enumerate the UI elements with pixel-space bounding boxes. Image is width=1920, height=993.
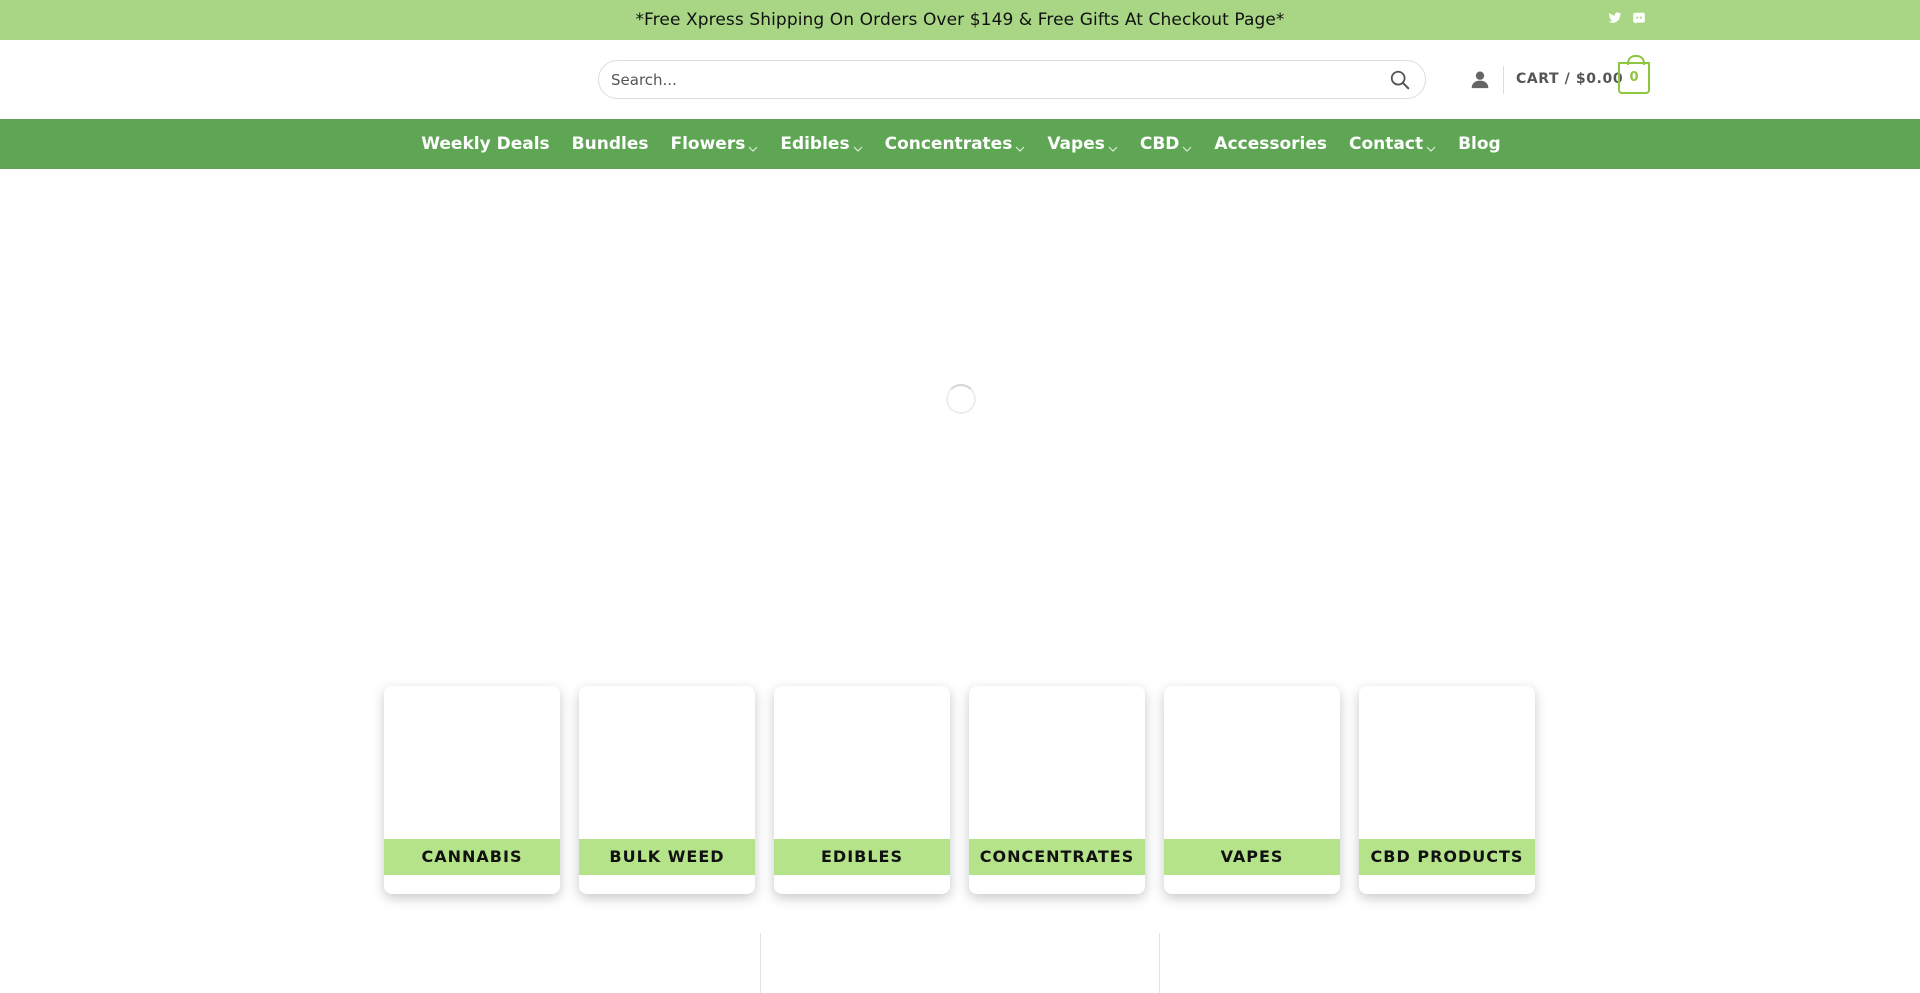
- nav-item-label: CBD: [1139, 134, 1180, 154]
- account-icon[interactable]: [1470, 69, 1490, 89]
- chevron-down-icon: [1182, 139, 1192, 152]
- nav-item-vapes[interactable]: Vapes: [1047, 134, 1118, 154]
- discord-icon[interactable]: [1632, 11, 1646, 25]
- category-card-concentrates[interactable]: CONCENTRATES: [969, 686, 1145, 894]
- nav-item-label: Edibles: [780, 134, 850, 154]
- loading-spinner-icon: [946, 384, 976, 414]
- cart-count-badge[interactable]: 0: [1618, 55, 1650, 94]
- nav-item-cbd[interactable]: CBD: [1140, 134, 1193, 154]
- nav-item-label: Blog: [1458, 134, 1501, 154]
- header-divider: [1503, 66, 1504, 94]
- nav-item-flowers[interactable]: Flowers: [670, 134, 758, 154]
- nav-item-blog[interactable]: Blog: [1458, 134, 1501, 154]
- category-card-edibles[interactable]: EDIBLES: [774, 686, 950, 894]
- nav-item-concentrates[interactable]: Concentrates: [885, 134, 1026, 154]
- nav-list: Weekly Deals Bundles Flowers Edibles Con…: [0, 119, 1920, 169]
- category-label: CANNABIS: [384, 839, 560, 875]
- nav-item-label: Accessories: [1214, 134, 1328, 154]
- category-card-bulk-weed[interactable]: BULK WEED: [579, 686, 755, 894]
- search-input[interactable]: [611, 61, 1371, 98]
- site-header: CART / $0.00 0: [0, 40, 1920, 119]
- column-divider: [1159, 933, 1160, 993]
- main-nav: Weekly Deals Bundles Flowers Edibles Con…: [0, 119, 1920, 169]
- category-label: BULK WEED: [579, 839, 755, 875]
- search-icon[interactable]: [1389, 69, 1411, 91]
- nav-item-label: Contact: [1349, 134, 1424, 154]
- column-divider: [760, 933, 761, 993]
- chevron-down-icon: [1108, 139, 1118, 152]
- announcement-bar: *Free Xpress Shipping On Orders Over $14…: [0, 0, 1920, 40]
- category-card-cbd-products[interactable]: CBD PRODUCTS: [1359, 686, 1535, 894]
- search-form: [598, 60, 1426, 99]
- nav-item-label: Flowers: [670, 134, 746, 154]
- social-links: [1608, 11, 1646, 25]
- category-label: CONCENTRATES: [969, 839, 1145, 875]
- category-card-vapes[interactable]: VAPES: [1164, 686, 1340, 894]
- nav-item-accessories[interactable]: Accessories: [1214, 134, 1327, 154]
- nav-item-label: Weekly Deals: [421, 134, 550, 154]
- nav-item-label: Vapes: [1047, 134, 1105, 154]
- nav-item-weekly-deals[interactable]: Weekly Deals: [421, 134, 549, 154]
- nav-item-label: Concentrates: [884, 134, 1013, 154]
- twitter-icon[interactable]: [1608, 11, 1622, 25]
- cart-link[interactable]: CART / $0.00: [1516, 71, 1623, 87]
- category-label: VAPES: [1164, 839, 1340, 875]
- nav-item-bundles[interactable]: Bundles: [572, 134, 649, 154]
- chevron-down-icon: [853, 139, 863, 152]
- category-grid: CANNABIS BULK WEED EDIBLES CONCENTRATES …: [384, 686, 1536, 894]
- category-label: EDIBLES: [774, 839, 950, 875]
- nav-item-edibles[interactable]: Edibles: [780, 134, 863, 154]
- category-label: CBD PRODUCTS: [1359, 839, 1535, 875]
- chevron-down-icon: [748, 139, 758, 152]
- category-card-cannabis[interactable]: CANNABIS: [384, 686, 560, 894]
- chevron-down-icon: [1426, 139, 1436, 152]
- nav-item-contact[interactable]: Contact: [1349, 134, 1436, 154]
- chevron-down-icon: [1015, 139, 1025, 152]
- nav-item-label: Bundles: [571, 134, 649, 154]
